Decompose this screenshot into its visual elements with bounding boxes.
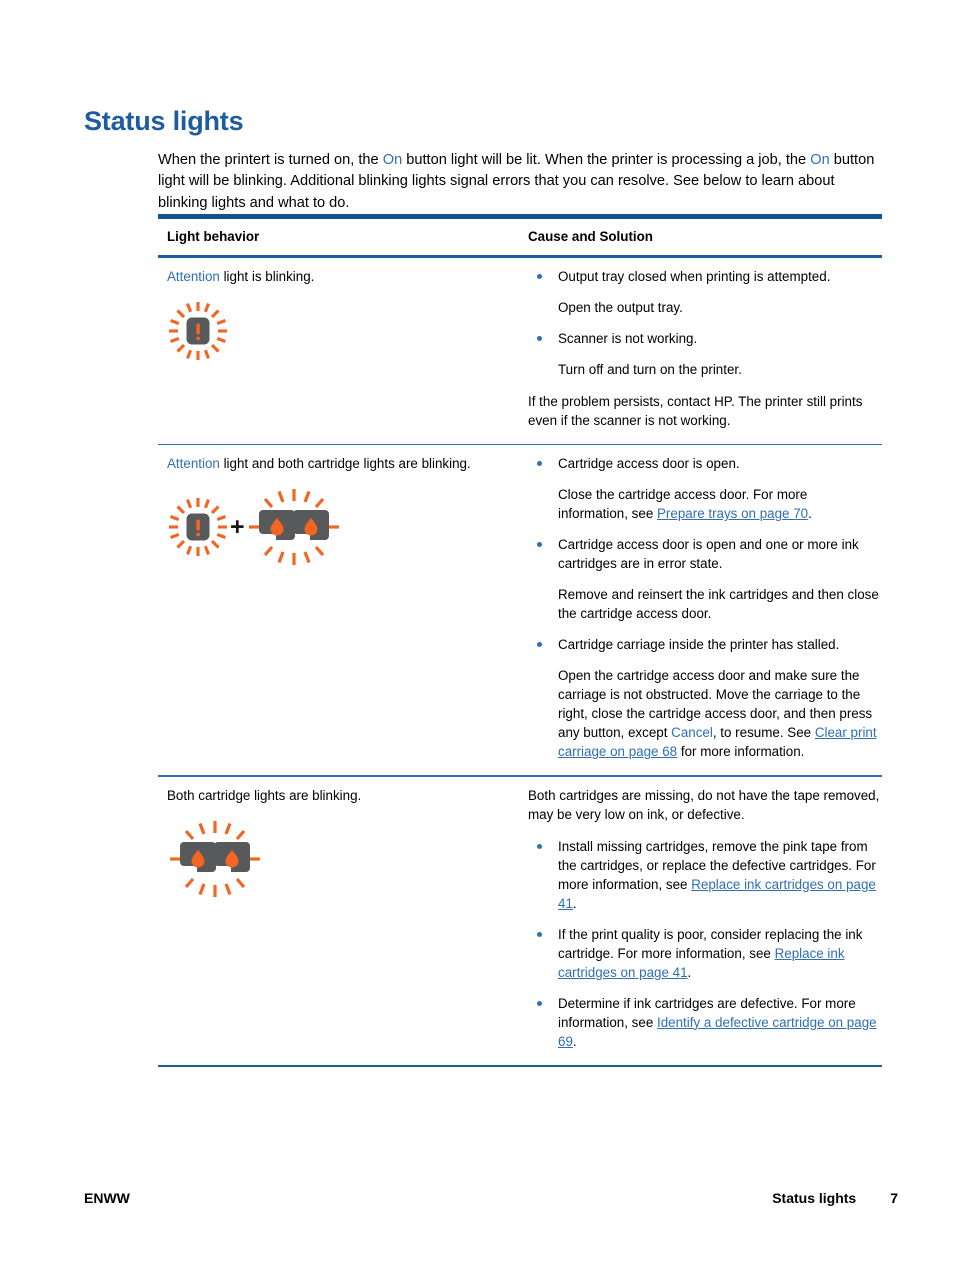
row2-bullet-list: Cartridge access door is open. Close the… xyxy=(528,454,880,761)
list-item: Cartridge carriage inside the printer ha… xyxy=(528,635,880,761)
row1-cause-cell: Output tray closed when printing is atte… xyxy=(524,258,882,444)
bullet-dot-icon xyxy=(537,642,542,648)
attention-light-blinking-icon xyxy=(169,498,227,557)
link-prepare-trays[interactable]: Prepare trays on page 70 xyxy=(657,506,808,521)
header-label-cause-solution: Cause and Solution xyxy=(528,229,653,244)
cartridge-right xyxy=(292,510,329,541)
sub-text-post: . xyxy=(808,506,812,522)
attention-plus-cartridges-icon-group: + xyxy=(167,487,514,567)
bullet-dot-icon xyxy=(537,274,542,279)
row2-behavior-cell: Attention light and both cartridge light… xyxy=(158,445,524,581)
bullet-text-post: . xyxy=(572,1033,577,1049)
bullet-sub-text: Close the cartridge access door. For mor… xyxy=(558,485,880,523)
two-cartridge-lights-blinking-icon xyxy=(248,489,339,566)
header-cell-cause-solution: Cause and Solution xyxy=(524,219,882,255)
list-item: Cartridge access door is open and one or… xyxy=(528,535,880,623)
bullet-sub-text: Open the output tray. xyxy=(558,300,683,315)
list-item: Install missing cartridges, remove the p… xyxy=(528,837,880,913)
bullet-main-text: Scanner is not working. xyxy=(558,331,698,346)
footer-locale-label: ENWW xyxy=(84,1190,130,1206)
row3-bullet-list: Install missing cartridges, remove the p… xyxy=(528,837,880,1051)
attention-keyword: Attention xyxy=(167,456,220,472)
row3-cause-cell: Both cartridges are missing, do not have… xyxy=(524,777,882,1065)
plus-sign-icon: + xyxy=(230,512,245,541)
bullet-main-text: Cartridge access door is open and one or… xyxy=(558,537,859,572)
bullet-dot-icon xyxy=(537,1000,542,1006)
cartridge-right xyxy=(214,841,250,872)
bullet-text-post: . xyxy=(687,964,692,980)
list-item: Scanner is not working. Turn off and tur… xyxy=(528,329,880,379)
bullet-sub-text: Open the cartridge access door and make … xyxy=(558,666,880,761)
intro-paragraph: When the printert is turned on, the On b… xyxy=(158,150,882,215)
on-button-reference-2: On xyxy=(810,151,830,168)
table-bottom-border xyxy=(158,1064,882,1067)
table-row: Attention light and both cartridge light… xyxy=(158,445,882,775)
list-item: Output tray closed when printing is atte… xyxy=(528,267,880,317)
table-header-row: Light behavior Cause and Solution xyxy=(158,219,882,255)
table-row: Both cartridge lights are blinking. Both… xyxy=(158,777,882,1065)
status-lights-table: Light behavior Cause and Solution Attent… xyxy=(158,214,882,1067)
sub-text-mid: , to resume. See xyxy=(712,725,815,741)
cancel-button-reference: Cancel xyxy=(671,725,713,741)
sub-text-post: for more information. xyxy=(677,744,805,760)
bullet-main-text: Output tray closed when printing is atte… xyxy=(558,269,831,284)
intro-text-1: When the printert is turned on, the xyxy=(158,151,383,168)
row1-trailing-text: If the problem persists, contact HP. The… xyxy=(528,394,863,428)
page-title: Status lights xyxy=(84,106,244,137)
row2-cause-cell: Cartridge access door is open. Close the… xyxy=(524,445,882,775)
cartridge-left xyxy=(258,510,295,541)
bullet-text-post: . xyxy=(572,895,577,911)
list-item: If the print quality is poor, consider r… xyxy=(528,925,880,982)
cartridges-icon-group xyxy=(167,819,514,899)
bullet-dot-icon xyxy=(537,843,542,849)
row1-behavior-text: Attention light is blinking. xyxy=(167,267,514,286)
row1-behavior-cell: Attention light is blinking. xyxy=(158,258,524,376)
footer-section-label: Status lights xyxy=(772,1190,857,1206)
header-cell-light-behavior: Light behavior xyxy=(158,219,524,255)
footer-right-group: Status lights 7 xyxy=(772,1190,898,1206)
row3-lead-text: Both cartridges are missing, do not have… xyxy=(528,787,880,822)
bullet-dot-icon xyxy=(537,931,542,937)
row1-bullet-list: Output tray closed when printing is atte… xyxy=(528,267,880,379)
list-item: Cartridge access door is open. Close the… xyxy=(528,454,880,523)
cartridge-left xyxy=(180,841,216,872)
document-page: Status lights When the printert is turne… xyxy=(0,0,954,1270)
attention-light-blinking-icon xyxy=(169,302,227,360)
bullet-main-text: Cartridge carriage inside the printer ha… xyxy=(558,637,840,653)
row1-behavior-rest: light is blinking. xyxy=(219,269,315,284)
table-row: Attention light is blinking. Output tray… xyxy=(158,258,882,444)
on-button-reference-1: On xyxy=(382,151,403,168)
row2-behavior-text: Attention light and both cartridge light… xyxy=(167,454,514,473)
bullet-dot-icon xyxy=(537,461,542,467)
bullet-dot-icon xyxy=(537,336,542,341)
two-cartridge-lights-blinking-icon xyxy=(170,820,260,897)
header-label-light-behavior: Light behavior xyxy=(167,229,260,244)
page-footer: ENWW Status lights 7 xyxy=(84,1190,898,1206)
attention-light-icon-group xyxy=(167,300,514,362)
bullet-sub-text: Remove and reinsert the ink cartridges a… xyxy=(558,587,879,622)
row3-behavior-text: Both cartridge lights are blinking. xyxy=(167,787,362,803)
bullet-main-text: Cartridge access door is open. xyxy=(558,456,740,472)
footer-page-number: 7 xyxy=(890,1190,898,1206)
attention-keyword: Attention xyxy=(167,269,220,284)
intro-text-2: button light will be lit. When the print… xyxy=(402,151,811,168)
row3-behavior-cell: Both cartridge lights are blinking. xyxy=(158,777,524,913)
list-item: Determine if ink cartridges are defectiv… xyxy=(528,994,880,1051)
bullet-dot-icon xyxy=(537,542,542,548)
bullet-sub-text: Turn off and turn on the printer. xyxy=(558,362,742,377)
row2-behavior-rest: light and both cartridge lights are blin… xyxy=(219,456,471,472)
